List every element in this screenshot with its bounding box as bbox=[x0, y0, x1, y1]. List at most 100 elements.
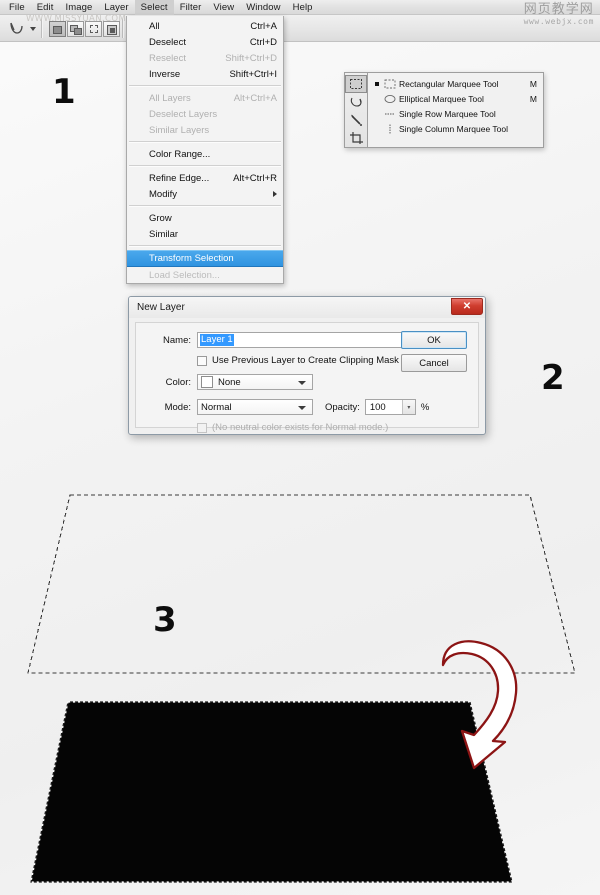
photoshop-screenshot: File Edit Image Layer Select Filter View… bbox=[0, 0, 600, 895]
menu-item-accel: Alt+Ctrl+A bbox=[233, 92, 277, 104]
chevron-down-icon bbox=[298, 381, 306, 385]
menu-item-label: Deselect Layers bbox=[149, 108, 218, 120]
clipping-mask-checkbox[interactable] bbox=[197, 355, 207, 366]
menu-view[interactable]: View bbox=[207, 0, 240, 15]
rectangular-marquee-rail-icon[interactable] bbox=[345, 75, 367, 93]
menu-item-reselect: Reselect Shift+Ctrl+D bbox=[127, 50, 283, 66]
color-select[interactable]: None bbox=[197, 374, 313, 390]
chevron-down-icon bbox=[298, 406, 306, 410]
menu-item-all[interactable]: All Ctrl+A bbox=[127, 18, 283, 34]
new-layer-dialog: New Layer ✕ Name: Layer 1 OK Cancel Use … bbox=[128, 296, 486, 435]
submenu-chevron-right-icon bbox=[273, 191, 277, 197]
menu-item-similar-layers: Similar Layers bbox=[127, 122, 283, 138]
tool-item-single-row-marquee[interactable]: Single Row Marquee Tool bbox=[368, 106, 543, 121]
menu-item-refine-edge[interactable]: Refine Edge... Alt+Ctrl+R bbox=[127, 170, 283, 186]
menu-edit[interactable]: Edit bbox=[31, 0, 60, 15]
crop-rail-icon[interactable] bbox=[345, 129, 367, 147]
cancel-button[interactable]: Cancel bbox=[401, 354, 467, 372]
menu-item-label: Refine Edge... bbox=[149, 172, 210, 184]
menu-item-all-layers: All Layers Alt+Ctrl+A bbox=[127, 90, 283, 106]
menu-separator bbox=[129, 165, 281, 167]
opacity-label: Opacity: bbox=[325, 401, 360, 413]
select-menu-dropdown: All Ctrl+A Deselect Ctrl+D Reselect Shif… bbox=[126, 16, 284, 284]
menu-help[interactable]: Help bbox=[287, 0, 319, 15]
menu-item-similar[interactable]: Similar bbox=[127, 226, 283, 242]
menu-item-label: Similar Layers bbox=[149, 124, 210, 136]
color-value: None bbox=[218, 376, 241, 388]
menu-item-grow[interactable]: Grow bbox=[127, 210, 283, 226]
color-row: Color: None bbox=[145, 374, 313, 390]
clipping-mask-label: Use Previous Layer to Create Clipping Ma… bbox=[212, 355, 399, 366]
name-row: Name: Layer 1 bbox=[145, 332, 419, 348]
tool-item-rectangular-marquee[interactable]: Rectangular Marquee Tool M bbox=[368, 76, 543, 91]
black-trapezoid-marching-ants bbox=[30, 701, 513, 883]
menu-item-modify[interactable]: Modify bbox=[127, 186, 283, 202]
menu-separator bbox=[129, 141, 281, 143]
opacity-stepper[interactable]: 100 ▾ bbox=[364, 399, 416, 415]
lasso-tool-icon[interactable] bbox=[8, 21, 26, 37]
layer-name-value: Layer 1 bbox=[200, 334, 234, 346]
close-icon[interactable]: ✕ bbox=[451, 298, 483, 315]
mode-value: Normal bbox=[201, 401, 232, 413]
menu-window[interactable]: Window bbox=[240, 0, 286, 15]
menu-item-deselect[interactable]: Deselect Ctrl+D bbox=[127, 34, 283, 50]
dialog-title: New Layer bbox=[137, 302, 185, 313]
tool-item-label: Single Row Marquee Tool bbox=[399, 108, 496, 119]
menu-item-label: Modify bbox=[149, 188, 177, 200]
menu-file[interactable]: File bbox=[3, 0, 31, 15]
selected-bullet-icon bbox=[372, 81, 381, 86]
lasso-rail-icon[interactable] bbox=[345, 93, 367, 111]
mode-label: Mode: bbox=[164, 401, 191, 413]
menu-filter[interactable]: Filter bbox=[174, 0, 208, 15]
magic-wand-rail-icon[interactable] bbox=[345, 111, 367, 129]
menu-layer[interactable]: Layer bbox=[98, 0, 134, 15]
menu-item-transform-selection[interactable]: Transform Selection bbox=[127, 250, 283, 267]
layer-name-input[interactable]: Layer 1 bbox=[197, 332, 419, 348]
menu-separator bbox=[129, 85, 281, 87]
neutral-color-checkbox bbox=[197, 422, 207, 433]
menu-item-label: Transform Selection bbox=[149, 253, 234, 264]
menu-item-label: Inverse bbox=[149, 68, 181, 80]
opacity-unit: % bbox=[420, 401, 430, 413]
menu-item-label: Grow bbox=[149, 212, 172, 224]
step-marker-3: 3 bbox=[153, 600, 177, 640]
tool-item-label: Single Column Marquee Tool bbox=[399, 123, 508, 134]
menu-item-label: Similar bbox=[149, 228, 179, 240]
black-trapezoid-ants-dark bbox=[30, 701, 513, 883]
dialog-body: Name: Layer 1 OK Cancel Use Previous Lay… bbox=[129, 318, 485, 434]
single-column-icon bbox=[381, 124, 399, 134]
menu-select[interactable]: Select bbox=[134, 0, 174, 15]
tool-preset-chevron-down-icon[interactable] bbox=[30, 27, 36, 31]
color-label: Color: bbox=[165, 376, 191, 388]
mode-row: Mode: Normal Opacity: 100 ▾ % bbox=[145, 399, 429, 415]
menu-bar: File Edit Image Layer Select Filter View… bbox=[0, 0, 600, 15]
menu-item-label: All Layers bbox=[149, 92, 191, 104]
mode-select[interactable]: Normal bbox=[197, 399, 313, 415]
menu-item-label: Deselect bbox=[149, 36, 186, 48]
menu-image[interactable]: Image bbox=[60, 0, 99, 15]
selection-trapezoid bbox=[27, 494, 576, 674]
menu-item-deselect-layers: Deselect Layers bbox=[127, 106, 283, 122]
menu-separator bbox=[129, 245, 281, 247]
menu-item-color-range[interactable]: Color Range... bbox=[127, 146, 283, 162]
color-swatch-icon bbox=[201, 376, 213, 388]
annotation-arrow bbox=[441, 640, 518, 770]
marquee-tool-flyout: Rectangular Marquee Tool M Elliptical Ma… bbox=[344, 72, 544, 148]
menu-item-accel: Shift+Ctrl+D bbox=[225, 52, 277, 64]
ok-button[interactable]: OK bbox=[401, 331, 467, 349]
black-trapezoid bbox=[31, 702, 512, 882]
single-row-icon bbox=[381, 109, 399, 119]
menu-item-label: All bbox=[149, 20, 160, 32]
opacity-value: 100 bbox=[369, 401, 386, 413]
dialog-title-bar[interactable]: New Layer ✕ bbox=[129, 297, 485, 318]
clipping-mask-row[interactable]: Use Previous Layer to Create Clipping Ma… bbox=[197, 355, 399, 366]
stepper-arrows-icon[interactable]: ▾ bbox=[401, 400, 415, 414]
menu-item-inverse[interactable]: Inverse Shift+Ctrl+I bbox=[127, 66, 283, 82]
menu-item-load-selection[interactable]: Load Selection... bbox=[127, 267, 283, 283]
ellipse-marquee-icon bbox=[381, 94, 399, 104]
tool-item-shortcut: M bbox=[529, 93, 537, 104]
menu-item-accel: Ctrl+D bbox=[249, 36, 277, 48]
tool-item-elliptical-marquee[interactable]: Elliptical Marquee Tool M bbox=[368, 91, 543, 106]
watermark-url-text: www.webjx.com bbox=[523, 17, 594, 26]
tool-item-single-column-marquee[interactable]: Single Column Marquee Tool bbox=[368, 121, 543, 136]
